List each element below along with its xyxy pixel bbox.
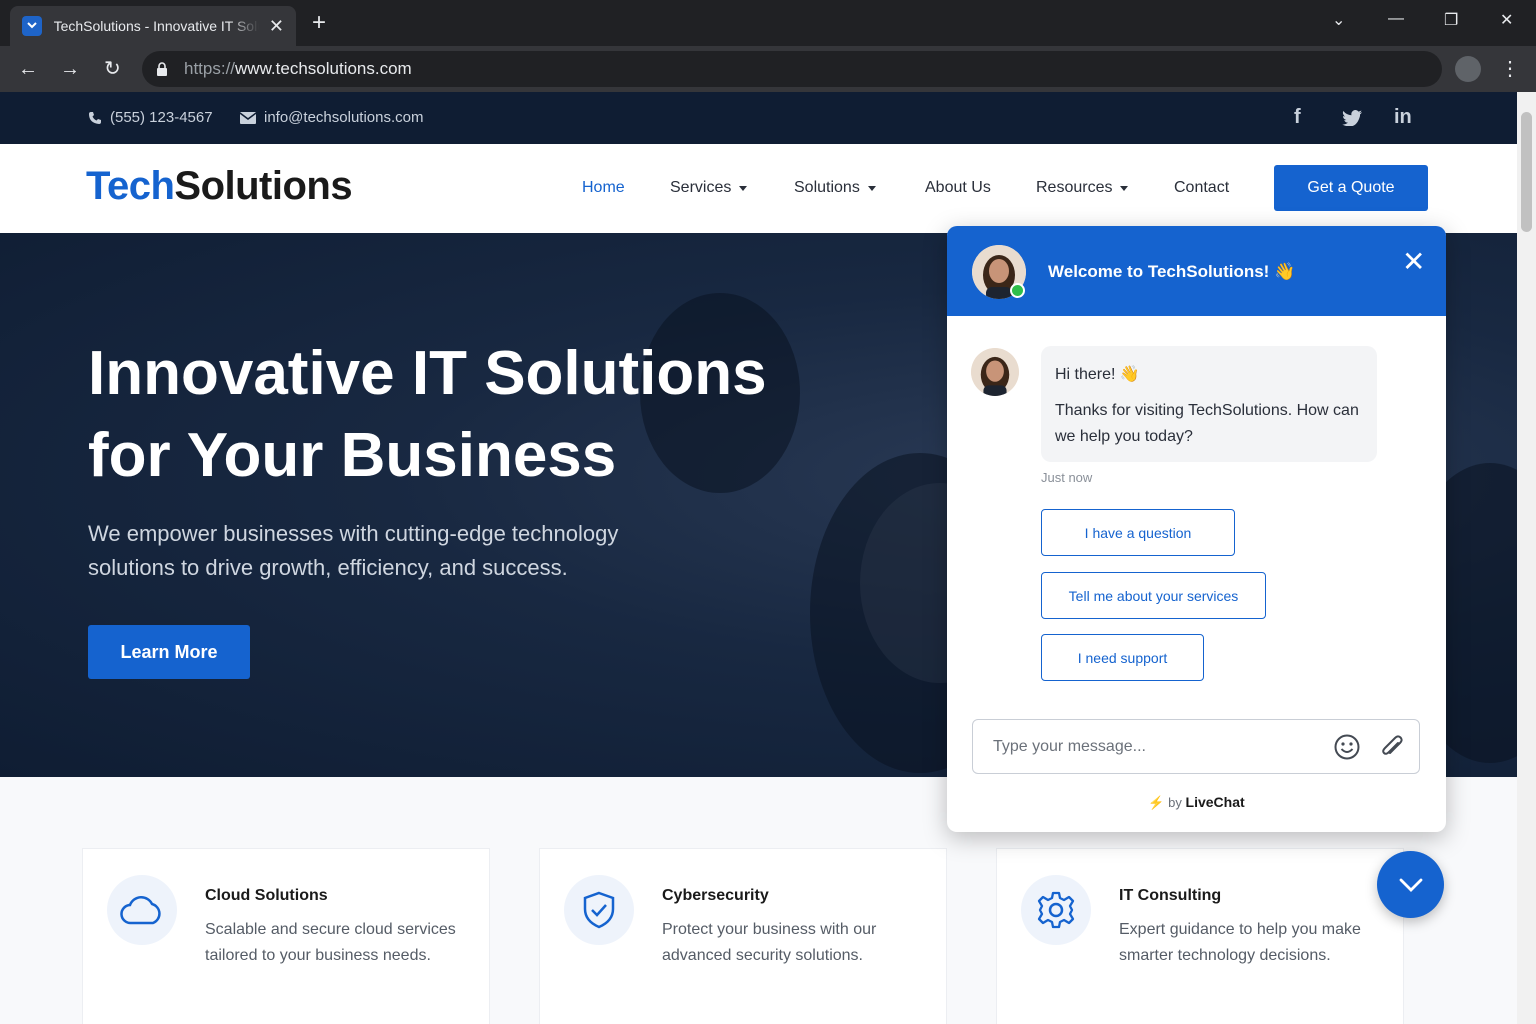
chat-composer	[972, 719, 1420, 774]
chat-toggle-button[interactable]	[1377, 851, 1444, 918]
mail-icon	[240, 111, 256, 124]
chat-message-text: Thanks for visiting TechSolutions. How c…	[1055, 402, 1359, 445]
tab-close-icon[interactable]: ✕	[269, 16, 284, 37]
quick-reply-button[interactable]: I have a question	[1041, 509, 1235, 556]
new-tab-icon[interactable]: +	[312, 10, 326, 36]
window-close-icon[interactable]: ✕	[1500, 10, 1513, 30]
chat-title: Welcome to TechSolutions! 👋	[1048, 262, 1296, 281]
phone-icon	[89, 111, 101, 124]
site-logo[interactable]: TechSolutions	[86, 164, 353, 209]
quick-reply-button[interactable]: I need support	[1041, 634, 1204, 681]
address-bar[interactable]: https://www.techsolutions.com	[142, 51, 1442, 87]
feature-description: Expert guidance to help you make smarter…	[1119, 921, 1361, 964]
chevron-down-icon	[739, 185, 748, 191]
email-contact[interactable]: info@techsolutions.com	[240, 109, 423, 126]
chat-message-bubble: Hi there! 👋 Thanks for visiting TechSolu…	[1041, 346, 1377, 462]
forward-icon[interactable]: →	[60, 58, 80, 80]
page-scrollbar[interactable]	[1517, 92, 1536, 1024]
chevron-down-icon	[867, 185, 876, 191]
scrollbar-thumb[interactable]	[1521, 112, 1532, 232]
lock-icon	[157, 62, 167, 76]
phone-contact[interactable]: (555) 123-4567	[88, 109, 213, 126]
site-header: TechSolutions Home Services Solutions Ab…	[0, 144, 1517, 233]
nav-about[interactable]: About Us	[925, 179, 991, 197]
learn-more-button[interactable]: Learn More	[88, 625, 250, 679]
chat-greeting: Hi there! 👋	[1055, 366, 1140, 383]
nav-services[interactable]: Services	[670, 179, 748, 197]
quick-reply-button[interactable]: Tell me about your services	[1041, 572, 1266, 619]
agent-avatar	[971, 348, 1019, 396]
feature-title: Cybersecurity	[662, 887, 769, 904]
profile-icon[interactable]	[1455, 56, 1481, 82]
nav-resources[interactable]: Resources	[1036, 179, 1129, 197]
minimize-icon[interactable]: —	[1388, 10, 1404, 28]
gear-icon	[1021, 875, 1091, 945]
hero-title: Innovative IT Solutions for Your Busines…	[88, 339, 767, 490]
nav-home[interactable]: Home	[582, 179, 625, 197]
tab-title: TechSolutions - Innovative IT Solutions	[53, 18, 259, 34]
lightning-icon: ⚡	[1148, 795, 1165, 810]
feature-description: Scalable and secure cloud services tailo…	[205, 921, 456, 964]
url-text: https://www.techsolutions.com	[184, 59, 412, 78]
message-timestamp: Just now	[1041, 470, 1093, 485]
chevron-down-icon	[1120, 185, 1129, 191]
browser-tab[interactable]: TechSolutions - Innovative IT Solutions …	[10, 6, 296, 46]
feature-description: Protect your business with our advanced …	[662, 921, 877, 964]
nav-contact[interactable]: Contact	[1174, 179, 1229, 197]
chat-header: Welcome to TechSolutions! 👋 ✕	[947, 226, 1446, 316]
chat-message-input[interactable]	[993, 737, 1313, 756]
favicon-icon	[22, 16, 42, 36]
hero-subtitle: We empower businesses with cutting-edge …	[88, 521, 619, 580]
close-icon[interactable]: ✕	[1402, 248, 1425, 276]
powered-by[interactable]: ⚡ by LiveChat	[947, 794, 1446, 811]
agent-avatar	[972, 245, 1026, 301]
attachment-icon[interactable]	[1379, 733, 1405, 761]
contact-topbar: (555) 123-4567 info@techsolutions.com f …	[0, 92, 1517, 144]
feature-title: IT Consulting	[1119, 887, 1222, 904]
chat-widget: Welcome to TechSolutions! 👋 ✕ Hi there! …	[947, 226, 1446, 832]
emoji-icon[interactable]	[1333, 733, 1361, 761]
menu-icon[interactable]: ⋮	[1500, 56, 1520, 81]
feature-card[interactable]: Cloud Solutions Scalable and secure clou…	[82, 848, 490, 1024]
phone-text: (555) 123-4567	[110, 109, 213, 126]
shield-icon	[564, 875, 634, 945]
chevron-down-icon	[1399, 878, 1422, 892]
feature-card[interactable]: IT Consulting Expert guidance to help yo…	[996, 848, 1404, 1024]
cloud-icon	[107, 875, 177, 945]
feature-title: Cloud Solutions	[205, 887, 328, 904]
email-text: info@techsolutions.com	[264, 109, 424, 126]
tab-search-icon[interactable]: ⌄	[1332, 10, 1345, 30]
nav-solutions[interactable]: Solutions	[794, 179, 876, 197]
facebook-icon[interactable]: f	[1294, 106, 1301, 129]
restore-icon[interactable]: ❐	[1444, 10, 1458, 30]
back-icon[interactable]: ←	[18, 58, 38, 80]
get-quote-button[interactable]: Get a Quote	[1274, 165, 1428, 211]
twitter-icon[interactable]	[1342, 110, 1362, 126]
reload-icon[interactable]: ↻	[104, 58, 121, 80]
browser-tabbar: TechSolutions - Innovative IT Solutions …	[0, 0, 1536, 46]
linkedin-icon[interactable]: in	[1394, 106, 1412, 129]
feature-card[interactable]: Cybersecurity Protect your business with…	[539, 848, 947, 1024]
online-status-dot	[1010, 283, 1025, 298]
